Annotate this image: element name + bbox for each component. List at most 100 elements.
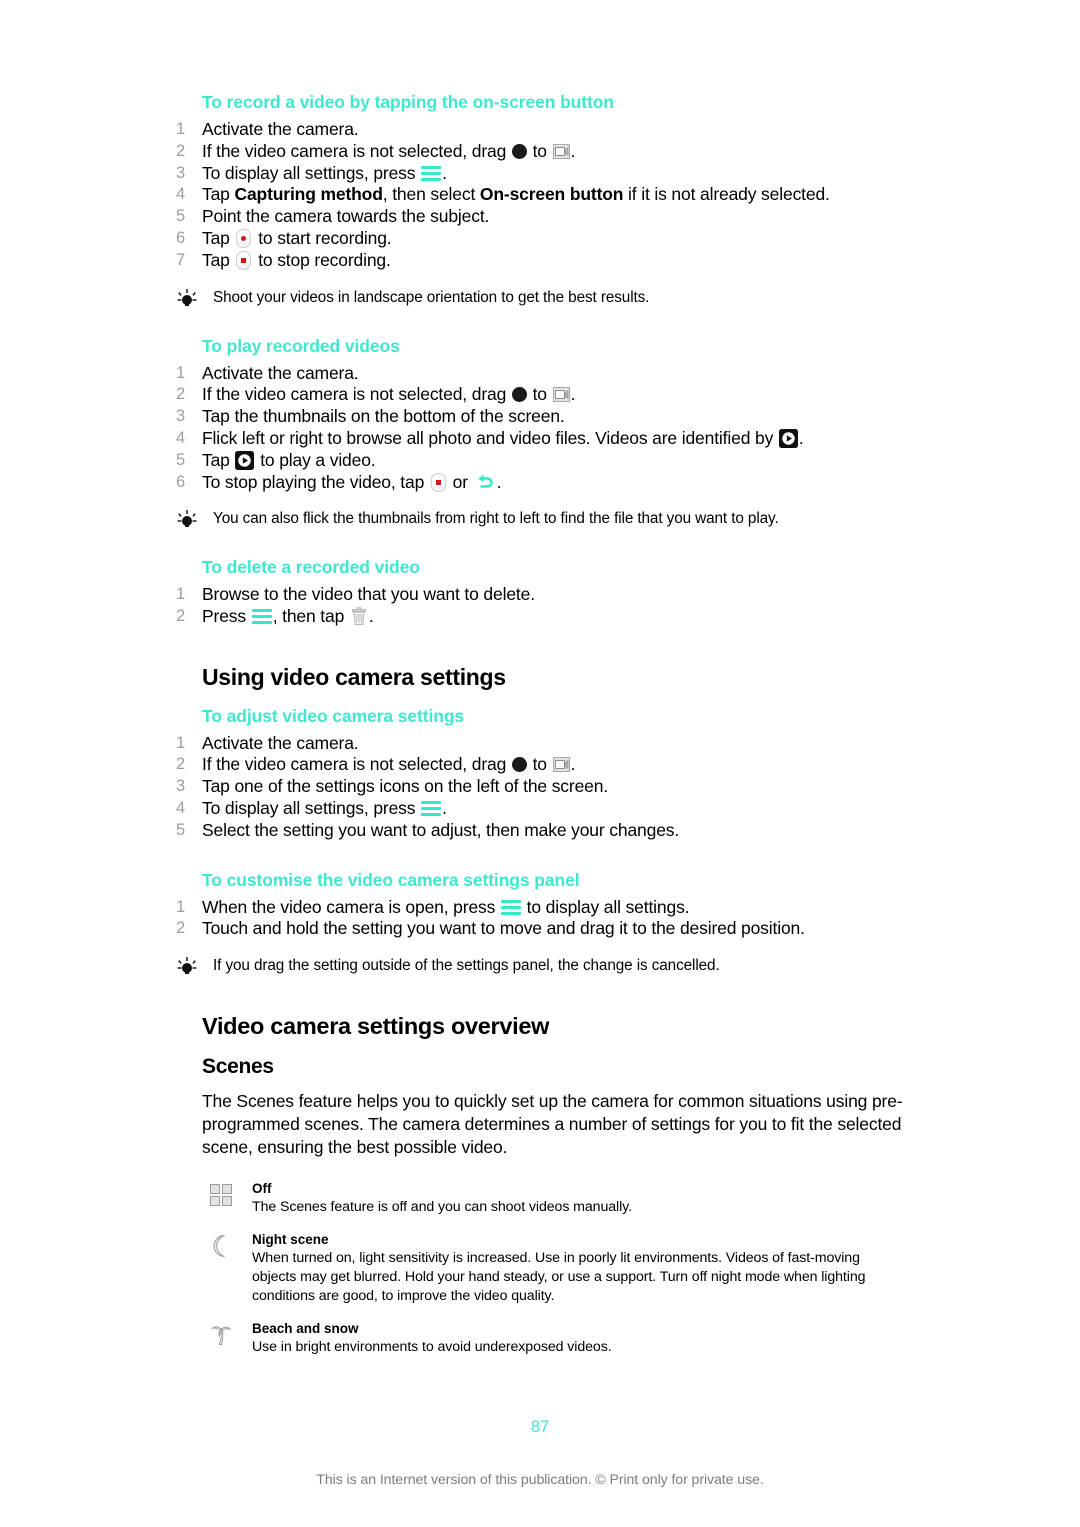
step-item: To stop playing the video, tap or .: [176, 472, 904, 494]
step-text: Touch and hold the setting you want to m…: [202, 918, 805, 939]
page-number: 87: [530, 1418, 550, 1436]
step-text: To stop playing the video, tap: [202, 471, 429, 492]
step-text: to: [527, 140, 552, 161]
step-bold-text: On-screen button: [479, 184, 624, 205]
step-text: Activate the camera.: [202, 362, 359, 383]
procedure-title-delete-recorded-video: To delete a recorded video: [202, 557, 420, 578]
scene-item-beach-and-snow: Beach and snow Use in bright environment…: [202, 1321, 904, 1357]
grid-off-icon: [208, 1182, 234, 1208]
play-badge-icon: [235, 450, 255, 470]
step-text: Tap: [202, 449, 235, 470]
step-text: Flick left or right to browse all photo …: [202, 427, 778, 448]
step-item: Activate the camera.: [176, 733, 904, 755]
subsection-heading-scenes: Scenes: [202, 1055, 274, 1079]
scenes-list: Off The Scenes feature is off and you ca…: [202, 1181, 904, 1357]
steps-delete-recorded-video: Browse to the video that you want to del…: [176, 584, 904, 628]
step-text: Tap: [202, 184, 235, 205]
step-item: If the video camera is not selected, dra…: [176, 141, 904, 163]
section-heading-video-camera-settings-overview: Video camera settings overview: [202, 1013, 550, 1040]
section-heading-using-video-camera-settings: Using video camera settings: [202, 663, 506, 690]
tip-text: If you drag the setting outside of the s…: [213, 957, 720, 975]
step-item: Flick left or right to browse all photo …: [176, 428, 904, 450]
step-bold-text: Capturing method: [234, 184, 383, 205]
step-text: to: [527, 754, 552, 775]
scene-name: Beach and snow: [252, 1320, 359, 1336]
steps-play-recorded-videos: Activate the camera. If the video camera…: [176, 363, 904, 494]
step-text: , then select: [382, 184, 480, 205]
scene-name: Night scene: [252, 1231, 329, 1247]
step-text: Tap: [202, 249, 235, 270]
step-text: Press: [202, 606, 251, 627]
document-page: To record a video by tapping the on-scre…: [0, 0, 1080, 1527]
menu-key-icon: [421, 800, 442, 817]
menu-key-icon: [251, 609, 272, 625]
scene-description: The Scenes feature is off and you can sh…: [252, 1198, 632, 1215]
step-text: Select the setting you want to adjust, t…: [202, 819, 680, 840]
black-circle-icon: [511, 143, 527, 159]
procedure-title-record-on-screen-button: To record a video by tapping the on-scre…: [202, 92, 614, 112]
step-text: .: [442, 162, 447, 183]
step-text: When the video camera is open, press: [202, 896, 500, 917]
step-text: , then tap: [272, 606, 349, 627]
step-text: or: [447, 471, 473, 492]
step-text: .: [798, 427, 804, 448]
black-circle-icon: [511, 387, 527, 403]
procedure-title-customise-settings-panel: To customise the video camera settings p…: [202, 869, 580, 890]
step-text: If the video camera is not selected, dra…: [202, 140, 511, 161]
palm-tree-icon: [208, 1322, 234, 1348]
step-text: Browse to the video that you want to del…: [202, 584, 535, 605]
footer-copyright-note: This is an Internet version of this publ…: [316, 1472, 764, 1488]
step-text: to: [527, 384, 552, 405]
lightbulb-icon: [176, 956, 198, 978]
step-text: if it is not already selected.: [623, 184, 830, 205]
step-text: .: [368, 606, 374, 627]
record-start-icon: [236, 228, 252, 248]
step-item: Point the camera towards the subject.: [176, 206, 904, 228]
scene-description: Use in bright environments to avoid unde…: [252, 1338, 612, 1355]
trash-icon: [351, 607, 367, 626]
step-text: Point the camera towards the subject.: [202, 206, 490, 227]
step-text: Activate the camera.: [202, 119, 359, 139]
step-item: To display all settings, press .: [176, 798, 904, 820]
step-text: To display all settings, press: [202, 797, 421, 818]
step-text: to play a video.: [255, 449, 376, 470]
tip-text: You can also flick the thumbnails from r…: [213, 510, 779, 528]
step-item: If the video camera is not selected, dra…: [176, 754, 904, 776]
lightbulb-icon: [176, 288, 198, 310]
scene-item-night-scene: Night scene When turned on, light sensit…: [202, 1232, 904, 1306]
step-item: Tap the thumbnails on the bottom of the …: [176, 406, 904, 428]
step-item: When the video camera is open, press to …: [176, 897, 904, 919]
scenes-intro-paragraph: The Scenes feature helps you to quickly …: [202, 1090, 903, 1157]
step-item: Select the setting you want to adjust, t…: [176, 820, 904, 842]
step-item: Press , then tap .: [176, 606, 904, 628]
step-item: Browse to the video that you want to del…: [176, 584, 904, 606]
scene-description: When turned on, light sensitivity is inc…: [252, 1249, 866, 1304]
steps-customise-settings-panel: When the video camera is open, press to …: [176, 897, 904, 941]
step-item: If the video camera is not selected, dra…: [176, 384, 904, 406]
step-item: Touch and hold the setting you want to m…: [176, 918, 904, 940]
record-stop-icon: [430, 472, 446, 492]
step-text: To display all settings, press: [202, 162, 421, 183]
step-item: Activate the camera.: [176, 363, 904, 385]
step-item: Tap Capturing method, then select On-scr…: [176, 184, 904, 206]
step-item: Activate the camera.: [176, 119, 904, 141]
step-text: to start recording.: [253, 227, 392, 248]
step-text: Tap one of the settings icons on the lef…: [202, 776, 609, 797]
scene-name: Off: [252, 1180, 272, 1196]
step-item: Tap to start recording.: [176, 228, 904, 250]
step-text: If the video camera is not selected, dra…: [202, 384, 511, 405]
tip-block: Shoot your videos in landscape orientati…: [176, 288, 904, 308]
step-text: to stop recording.: [253, 249, 391, 270]
procedure-title-play-recorded-videos: To play recorded videos: [202, 335, 400, 356]
video-camera-icon: [552, 756, 570, 773]
step-text: Tap the thumbnails on the bottom of the …: [202, 406, 565, 427]
tip-text: Shoot your videos in landscape orientati…: [213, 288, 650, 306]
step-text: Tap: [202, 227, 235, 248]
back-arrow-icon: [475, 474, 495, 491]
steps-adjust-video-camera-settings: Activate the camera. If the video camera…: [176, 733, 904, 842]
steps-record-on-screen-button: Activate the camera. If the video camera…: [176, 119, 904, 272]
video-camera-icon: [552, 143, 570, 159]
step-text: .: [570, 384, 576, 405]
procedure-title-adjust-video-camera-settings: To adjust video camera settings: [202, 705, 465, 726]
black-circle-icon: [511, 757, 527, 773]
